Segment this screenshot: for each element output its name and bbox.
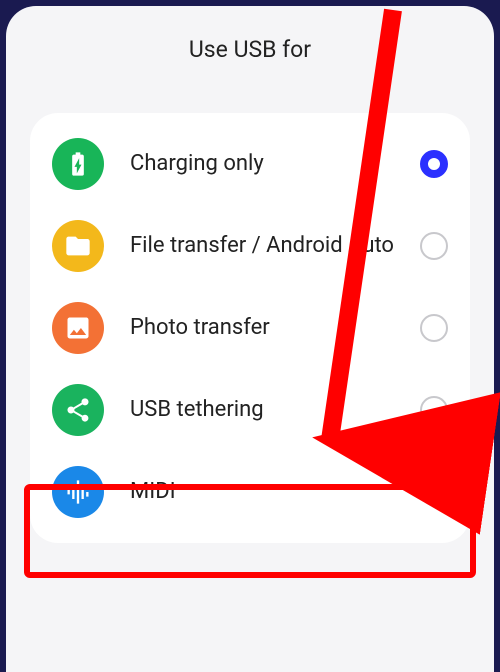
folder-icon (52, 220, 104, 272)
option-label: MIDI (130, 478, 420, 506)
usb-mode-sheet: Use USB for Charging only File transfer … (6, 6, 494, 672)
option-file-transfer[interactable]: File transfer / Android Auto (30, 205, 470, 287)
radio-charging-only[interactable] (420, 150, 448, 178)
option-usb-tethering[interactable]: USB tethering (30, 369, 470, 451)
share-icon (52, 384, 104, 436)
option-photo-transfer[interactable]: Photo transfer (30, 287, 470, 369)
radio-photo-transfer[interactable] (420, 314, 448, 342)
option-label: File transfer / Android Auto (130, 232, 420, 260)
sheet-title: Use USB for (6, 36, 494, 63)
option-label: Photo transfer (130, 314, 420, 342)
equalizer-icon (52, 466, 104, 518)
options-card: Charging only File transfer / Android Au… (30, 113, 470, 543)
option-label: USB tethering (130, 396, 420, 424)
battery-charging-icon (52, 138, 104, 190)
radio-usb-tethering[interactable] (420, 396, 448, 424)
option-label: Charging only (130, 150, 420, 178)
option-charging-only[interactable]: Charging only (30, 123, 470, 205)
radio-midi[interactable] (420, 478, 448, 506)
option-midi[interactable]: MIDI (30, 451, 470, 533)
radio-file-transfer[interactable] (420, 232, 448, 260)
image-icon (52, 302, 104, 354)
